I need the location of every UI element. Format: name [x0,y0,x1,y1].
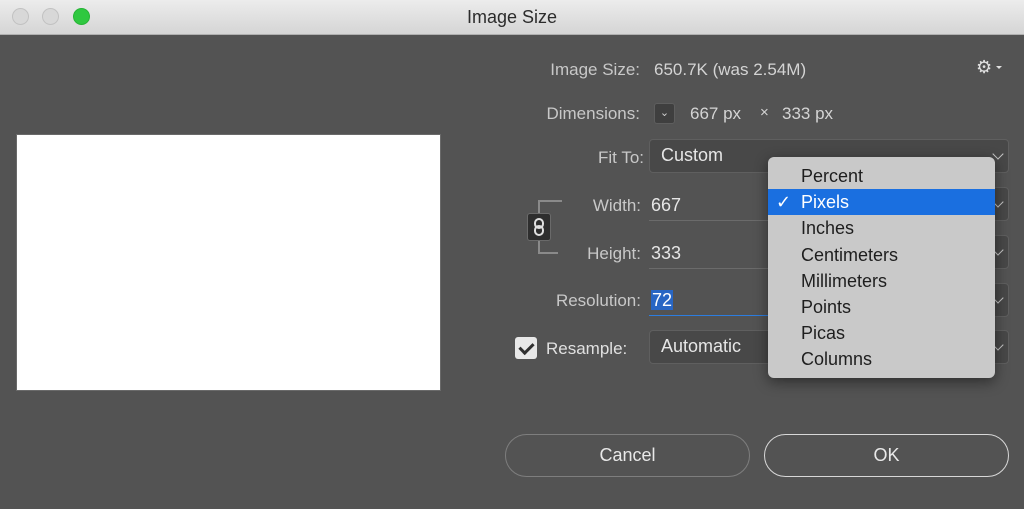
chevron-down-icon [992,148,1004,160]
resolution-value-selected: 72 [651,290,674,310]
constrain-proportions-toggle[interactable] [527,213,551,241]
image-size-value: 650.7K (was 2.54M) [654,60,807,79]
menu-item-millimeters[interactable]: Millimeters [768,268,995,294]
cancel-button[interactable]: Cancel [505,434,750,477]
dimensions-unit-toggle[interactable]: ⌄ [654,103,675,124]
dimensions-times-symbol: × [760,104,769,121]
checkmark-icon: ✓ [776,192,792,213]
menu-item-centimeters[interactable]: Centimeters [768,242,995,268]
ok-button[interactable]: OK [764,434,1009,477]
menu-item-pixels[interactable]: ✓ Pixels [768,189,995,216]
height-label: Height: [587,244,641,263]
dimensions-label: Dimensions: [546,104,640,123]
title-bar: Image Size [0,0,1024,35]
resample-value: Automatic [661,336,742,356]
menu-item-columns[interactable]: Columns [768,346,995,372]
resolution-input[interactable]: 72 [649,285,771,316]
chevron-down-icon: ⌄ [659,107,670,119]
window-title: Image Size [466,7,558,27]
menu-item-points[interactable]: Points [768,294,995,320]
dimensions-height-value: 333 px [782,104,834,123]
fit-to-label: Fit To: [598,148,644,167]
resample-label: Resample: [546,339,628,358]
unit-dropdown-menu: Percent ✓ Pixels Inches Centimeters Milli… [768,157,995,378]
resolution-label: Resolution: [555,291,641,310]
menu-item-inches[interactable]: Inches [768,215,995,241]
image-size-label: Image Size: [550,60,640,79]
dimensions-width-value: 667 px [690,104,742,123]
menu-item-picas[interactable]: Picas [768,320,995,346]
chain-link-icon [534,218,544,236]
width-input[interactable]: 667 [649,190,771,221]
height-input[interactable]: 333 [649,238,771,269]
image-preview [16,134,441,391]
caret-down-icon [996,66,1002,69]
resample-checkbox[interactable] [515,337,537,359]
width-label: Width: [592,196,641,215]
menu-item-percent[interactable]: Percent [768,163,995,189]
fit-to-value: Custom [661,145,724,165]
gear-icon: ⚙ [976,57,993,77]
